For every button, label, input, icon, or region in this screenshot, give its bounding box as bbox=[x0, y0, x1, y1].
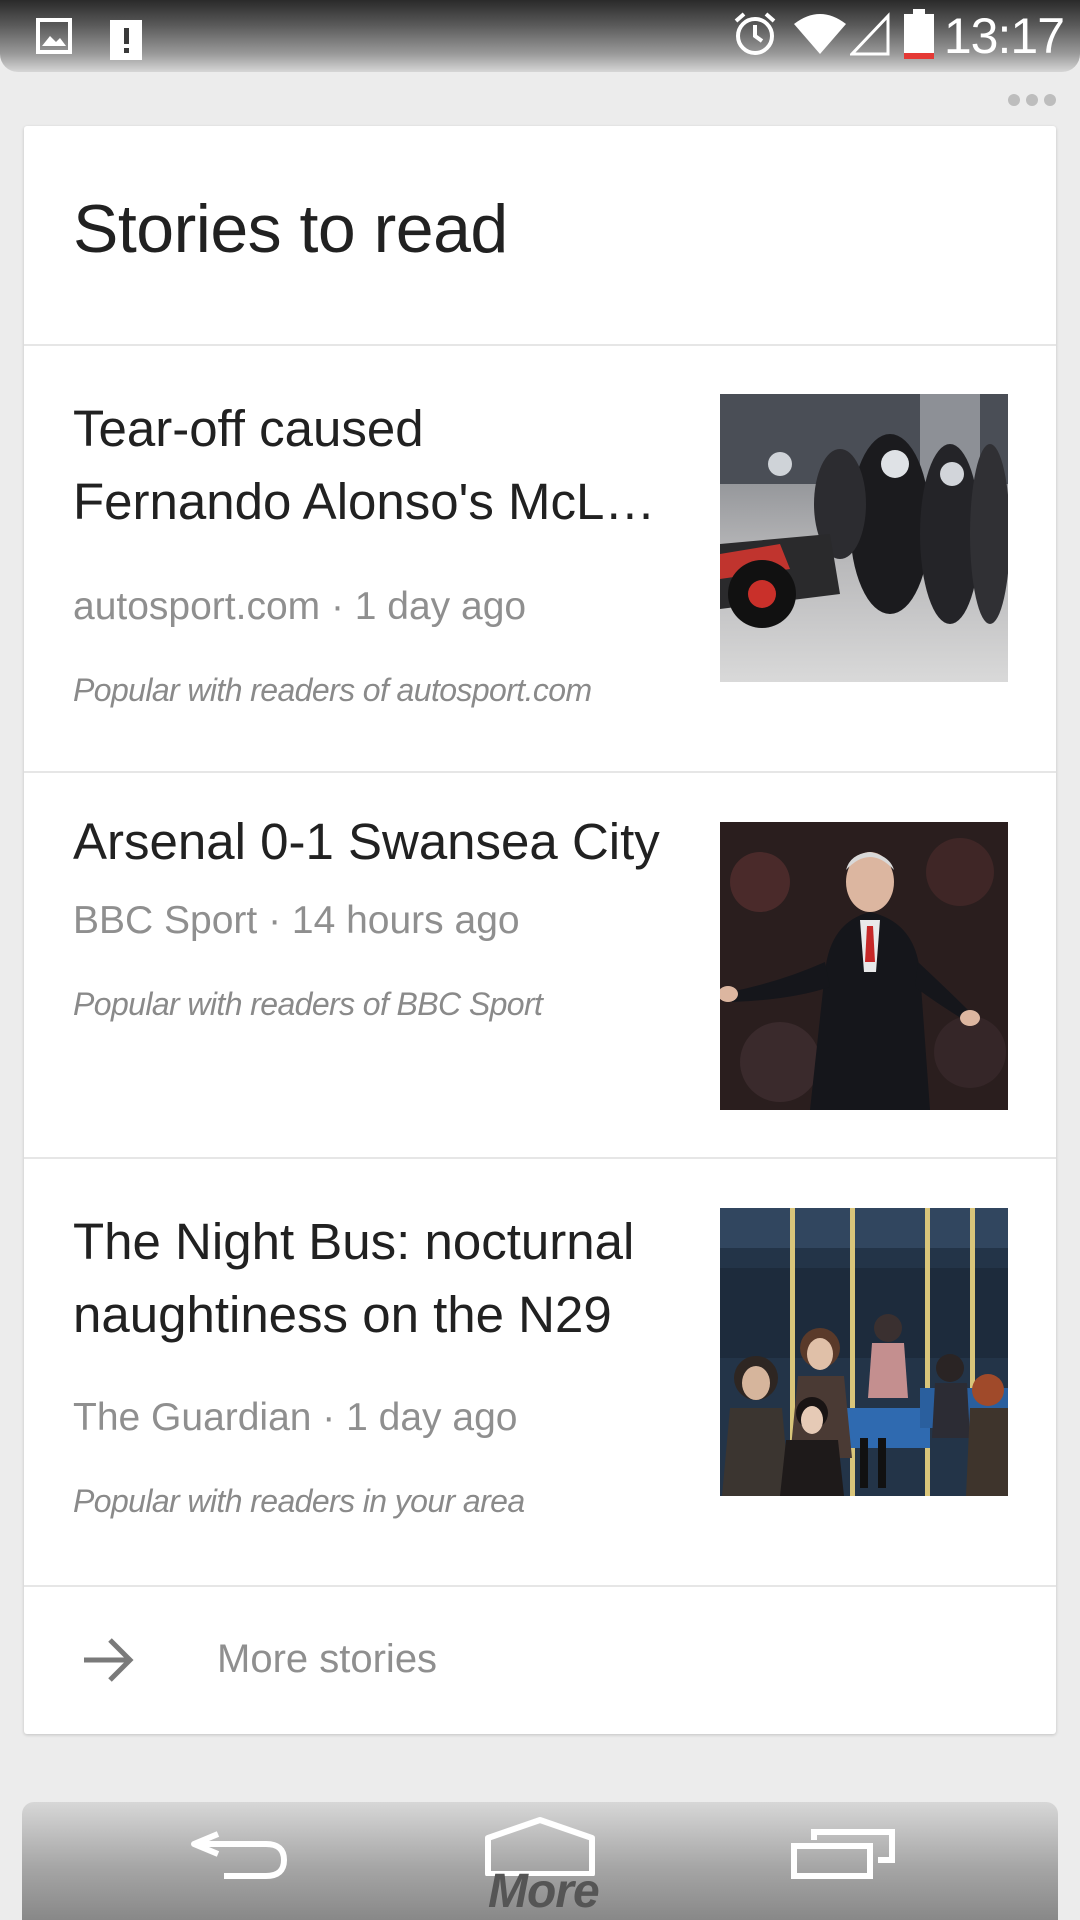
stories-card: Stories to read Tear-off caused Fernando… bbox=[24, 126, 1056, 1734]
more-stories-label: More stories bbox=[217, 1637, 438, 1681]
story-title: Arsenal 0-1 Swansea City bbox=[73, 813, 660, 870]
card-title: Stories to read bbox=[73, 191, 508, 267]
story-reason: Popular with readers of autosport.com bbox=[73, 672, 592, 708]
more-stories-row[interactable]: More stories bbox=[24, 1587, 1056, 1730]
overflow-menu-icon[interactable] bbox=[1008, 94, 1056, 106]
story-meta: BBC Sport · 14 hours ago bbox=[73, 899, 520, 942]
more-label[interactable]: More bbox=[488, 1864, 600, 1919]
night-bus-passengers-photo bbox=[720, 1208, 1008, 1496]
back-icon[interactable] bbox=[188, 1826, 292, 1887]
story-item[interactable]: The Night Bus: nocturnal naughtiness on … bbox=[24, 1159, 1056, 1587]
status-bar: 13:17 bbox=[0, 0, 1080, 72]
story-reason: Popular with readers in your area bbox=[73, 1483, 525, 1519]
story-item[interactable]: Tear-off caused Fernando Alonso's McL… a… bbox=[24, 346, 1056, 773]
race-car-pit-stop-photo bbox=[720, 394, 1008, 682]
recents-icon[interactable] bbox=[790, 1824, 896, 1885]
clock: 13:17 bbox=[943, 8, 1065, 64]
wifi-icon bbox=[792, 12, 848, 61]
story-reason: Popular with readers of BBC Sport bbox=[73, 986, 543, 1022]
story-title: Tear-off caused Fernando Alonso's McL… bbox=[73, 400, 656, 530]
football-manager-photo bbox=[720, 822, 1008, 1110]
alarm-icon bbox=[732, 11, 778, 62]
cell-signal-icon bbox=[848, 11, 890, 61]
sd-card-alert-icon bbox=[108, 18, 144, 67]
story-meta: The Guardian · 1 day ago bbox=[73, 1396, 518, 1439]
story-title: The Night Bus: nocturnal naughtiness on … bbox=[73, 1213, 635, 1343]
story-item[interactable]: Arsenal 0-1 Swansea City BBC Sport · 14 … bbox=[24, 773, 1056, 1159]
story-meta: autosport.com · 1 day ago bbox=[73, 585, 527, 628]
image-notification-icon bbox=[36, 18, 72, 59]
card-header: Stories to read bbox=[24, 126, 1056, 346]
arrow-right-icon bbox=[80, 1635, 136, 1690]
battery-icon bbox=[903, 8, 934, 64]
